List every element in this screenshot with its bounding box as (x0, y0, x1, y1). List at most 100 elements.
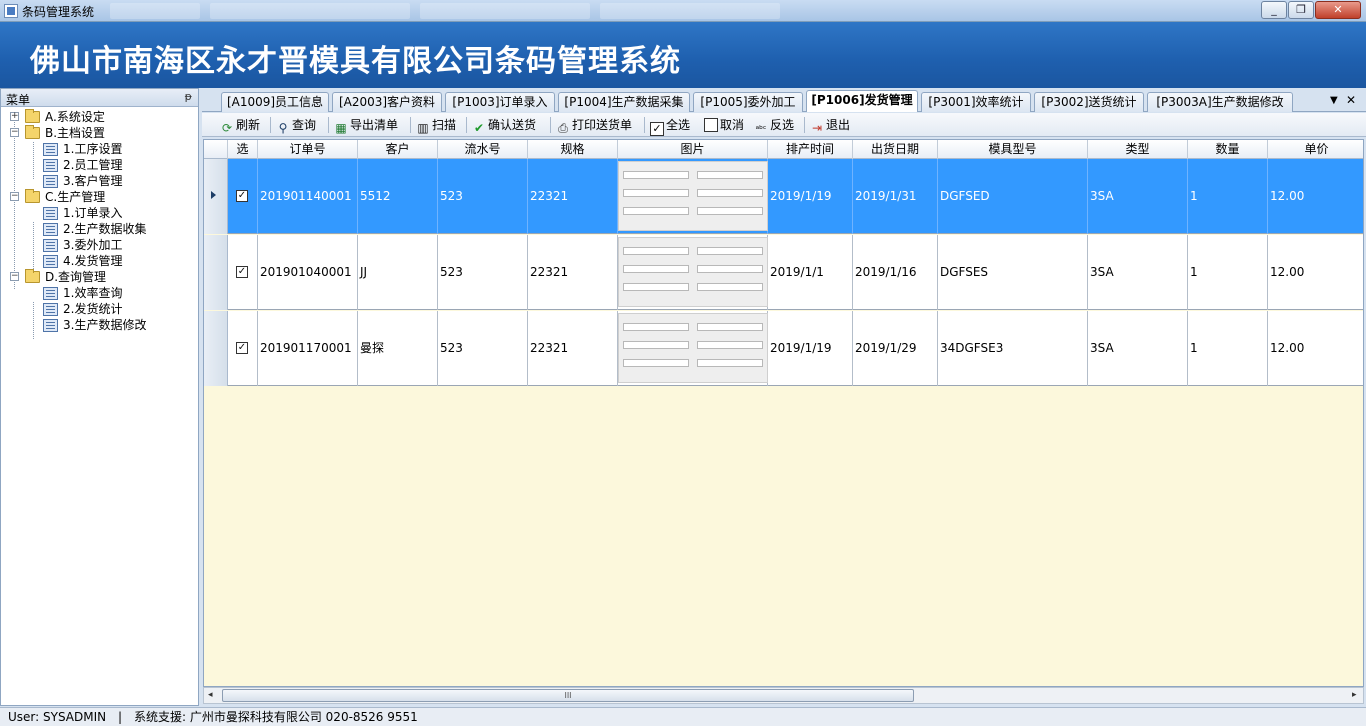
column-header-schedule[interactable]: 排产时间 (768, 140, 853, 159)
spec-cell[interactable]: 22321 (528, 159, 618, 234)
scroll-left-icon[interactable]: ◂ (208, 690, 213, 700)
schedule-cell[interactable]: 2019/1/1 (768, 235, 853, 310)
mold-model-cell[interactable]: DGFSED (938, 159, 1088, 234)
column-header-select[interactable]: 选 (228, 140, 258, 159)
menu-item-customers[interactable]: 3.客户管理 (1, 173, 198, 189)
customer-cell[interactable]: JJ (358, 235, 438, 310)
menu-group-query[interactable]: − D.查询管理 (1, 269, 198, 285)
expand-icon[interactable]: + (10, 112, 19, 121)
tab-p1005[interactable]: [P1005]委外加工 (693, 92, 803, 112)
tab-a2003[interactable]: [A2003]客户资料 (332, 92, 442, 112)
price-cell[interactable]: 12.00 (1268, 311, 1363, 386)
menu-group-master[interactable]: − B.主档设置 (1, 125, 198, 141)
menu-group-system[interactable]: + A.系统设定 (1, 109, 198, 125)
scroll-right-icon[interactable]: ▸ (1352, 690, 1357, 700)
order-number-cell[interactable]: 201901040001 (258, 235, 358, 310)
mold-model-cell[interactable]: 34DGFSE3 (938, 311, 1088, 386)
menu-item-data-collection[interactable]: 2.生产数据收集 (1, 221, 198, 237)
column-header-spec[interactable]: 规格 (528, 140, 618, 159)
menu-item-shipping-stats[interactable]: 2.发货统计 (1, 301, 198, 317)
export-button[interactable]: ▦ 导出清单 (334, 116, 398, 135)
select-all-button[interactable]: ✓ 全选 (650, 116, 690, 136)
scrollbar-thumb[interactable]: III (222, 689, 914, 702)
tab-list-icon[interactable]: ▼ (1330, 95, 1338, 106)
menu-item-data-edit[interactable]: 3.生产数据修改 (1, 317, 198, 333)
spec-cell[interactable]: 22321 (528, 311, 618, 386)
menu-item-order-entry[interactable]: 1.订单录入 (1, 205, 198, 221)
column-header-qty[interactable]: 数量 (1188, 140, 1268, 159)
minimize-button[interactable]: _ (1261, 1, 1287, 19)
query-button[interactable]: ⚲ 查询 (276, 116, 316, 135)
qty-cell[interactable]: 1 (1188, 159, 1268, 234)
row-header[interactable] (204, 235, 228, 310)
scan-button[interactable]: ▥ 扫描 (416, 116, 456, 135)
tab-p1004[interactable]: [P1004]生产数据采集 (558, 92, 690, 112)
close-button[interactable]: ✕ (1315, 1, 1361, 19)
type-cell[interactable]: 3SA (1088, 311, 1188, 386)
refresh-button[interactable]: ⟳ 刷新 (220, 116, 260, 135)
column-header-serial[interactable]: 流水号 (438, 140, 528, 159)
column-header-mold-model[interactable]: 模具型号 (938, 140, 1088, 159)
row-header[interactable] (204, 159, 228, 234)
price-cell[interactable]: 12.00 (1268, 159, 1363, 234)
schedule-cell[interactable]: 2019/1/19 (768, 159, 853, 234)
confirm-delivery-button[interactable]: ✔ 确认送货 (472, 116, 536, 135)
menu-group-production[interactable]: − C.生产管理 (1, 189, 198, 205)
row-header[interactable] (204, 311, 228, 386)
horizontal-scrollbar[interactable]: ◂ III ▸ (203, 687, 1364, 704)
qty-cell[interactable]: 1 (1188, 235, 1268, 310)
tab-p1006[interactable]: [P1006]发货管理 (806, 90, 918, 112)
column-header-price[interactable]: 单价 (1268, 140, 1363, 159)
serial-cell[interactable]: 523 (438, 235, 528, 310)
table-row[interactable]: ✓ 201901040001 JJ 523 22321 2019/1/1 201… (204, 235, 1363, 310)
menu-item-efficiency[interactable]: 1.效率查询 (1, 285, 198, 301)
schedule-cell[interactable]: 2019/1/19 (768, 311, 853, 386)
maximize-button[interactable]: ❐ (1288, 1, 1314, 19)
tab-p1003[interactable]: [P1003]订单录入 (445, 92, 555, 112)
ship-date-cell[interactable]: 2019/1/16 (853, 235, 938, 310)
invert-selection-button[interactable]: ᵃᵇᶜ 反选 (754, 116, 794, 135)
ship-date-cell[interactable]: 2019/1/31 (853, 159, 938, 234)
select-cell[interactable]: ✓ (228, 311, 258, 386)
mold-model-cell[interactable]: DGFSES (938, 235, 1088, 310)
column-header-ship-date[interactable]: 出货日期 (853, 140, 938, 159)
order-number-cell[interactable]: 201901140001 (258, 159, 358, 234)
row-checkbox[interactable]: ✓ (236, 266, 248, 278)
order-number-cell[interactable]: 201901170001 (258, 311, 358, 386)
type-cell[interactable]: 3SA (1088, 159, 1188, 234)
column-header-customer[interactable]: 客户 (358, 140, 438, 159)
collapse-icon[interactable]: − (10, 128, 19, 137)
collapse-icon[interactable]: − (10, 272, 19, 281)
row-checkbox[interactable]: ✓ (236, 342, 248, 354)
price-cell[interactable]: 12.00 (1268, 235, 1363, 310)
table-row[interactable]: ✓ 201901170001 曼探 523 22321 2019/1/19 20… (204, 311, 1363, 386)
select-cell[interactable]: ✓ (228, 159, 258, 234)
print-delivery-button[interactable]: ⎙ 打印送货单 (556, 116, 632, 135)
serial-cell[interactable]: 523 (438, 159, 528, 234)
collapse-icon[interactable]: − (10, 192, 19, 201)
ship-date-cell[interactable]: 2019/1/29 (853, 311, 938, 386)
menu-item-process[interactable]: 1.工序设置 (1, 141, 198, 157)
tab-p3001[interactable]: [P3001]效率统计 (921, 92, 1031, 112)
qty-cell[interactable]: 1 (1188, 311, 1268, 386)
menu-item-shipping[interactable]: 4.发货管理 (1, 253, 198, 269)
column-header-order[interactable]: 订单号 (258, 140, 358, 159)
exit-button[interactable]: ⇥ 退出 (810, 116, 850, 135)
row-checkbox[interactable]: ✓ (236, 190, 248, 202)
table-row[interactable]: ✓ 201901140001 5512 523 22321 2019/1/19 … (204, 159, 1363, 234)
spec-cell[interactable]: 22321 (528, 235, 618, 310)
column-header-image[interactable]: 图片 (618, 140, 768, 159)
tab-p3003a[interactable]: [P3003A]生产数据修改 (1147, 92, 1293, 112)
customer-cell[interactable]: 曼探 (358, 311, 438, 386)
serial-cell[interactable]: 523 (438, 311, 528, 386)
tab-a1009[interactable]: [A1009]员工信息 (221, 92, 329, 112)
cancel-selection-button[interactable]: 取消 (704, 116, 744, 134)
tab-p3002[interactable]: [P3002]送货统计 (1034, 92, 1144, 112)
tab-close-icon[interactable]: ✕ (1346, 93, 1356, 107)
menu-item-employees[interactable]: 2.员工管理 (1, 157, 198, 173)
type-cell[interactable]: 3SA (1088, 235, 1188, 310)
customer-cell[interactable]: 5512 (358, 159, 438, 234)
menu-item-outsourcing[interactable]: 3.委外加工 (1, 237, 198, 253)
pin-icon[interactable]: ᵽ (185, 90, 192, 103)
select-cell[interactable]: ✓ (228, 235, 258, 310)
